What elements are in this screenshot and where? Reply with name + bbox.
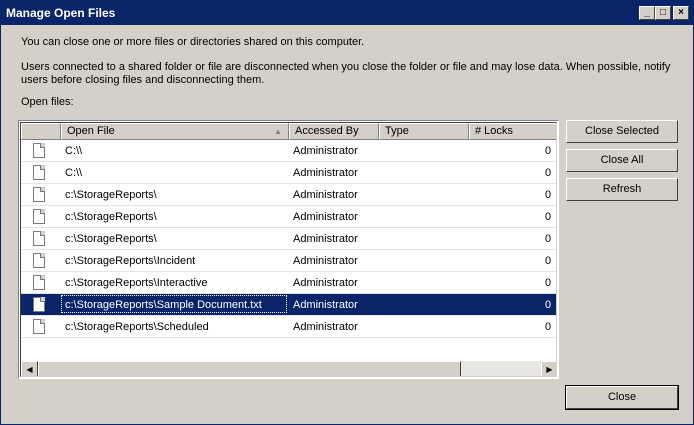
manage-open-files-dialog: Manage Open Files _ □ × You can close on…: [0, 0, 694, 425]
accessed-by-cell: Administrator: [293, 211, 358, 223]
column-header-type[interactable]: Type: [379, 123, 469, 140]
open-files-list[interactable]: Open File ▲ Accessed By Type # Locks C:\…: [18, 120, 559, 379]
locks-cell: 0: [545, 167, 552, 179]
file-icon: [33, 275, 45, 290]
locks-cell: 0: [545, 321, 552, 333]
open-file-cell: c:\StorageReports\Incident: [65, 255, 196, 267]
file-icon: [33, 209, 45, 224]
accessed-by-cell: Administrator: [293, 145, 358, 157]
file-icon: [33, 165, 45, 180]
column-header-accessed-by-label: Accessed By: [295, 125, 359, 137]
close-window-button[interactable]: ×: [673, 6, 689, 20]
open-file-cell: c:\StorageReports\: [65, 189, 157, 201]
file-icon: [33, 319, 45, 334]
open-file-cell: C:\\: [65, 145, 83, 157]
table-row[interactable]: C:\\ Administrator 0: [21, 140, 556, 162]
file-icon: [33, 253, 45, 268]
open-file-cell: c:\StorageReports\Sample Document.txt: [65, 299, 262, 311]
locks-cell: 0: [545, 277, 552, 289]
table-row[interactable]: c:\StorageReports\ Administrator 0: [21, 184, 556, 206]
column-header-locks[interactable]: # Locks: [469, 123, 556, 140]
table-row[interactable]: c:\StorageReports\ Administrator 0: [21, 228, 556, 250]
locks-cell: 0: [545, 299, 552, 311]
accessed-by-cell: Administrator: [293, 189, 358, 201]
table-row[interactable]: c:\StorageReports\Incident Administrator 0: [21, 250, 556, 272]
table-row[interactable]: c:\StorageReports\Scheduled Administrator…: [21, 316, 556, 338]
column-header-locks-label: # Locks: [475, 125, 513, 137]
column-header-open-file-label: Open File: [67, 125, 115, 137]
column-header-open-file[interactable]: Open File ▲: [61, 123, 289, 140]
accessed-by-cell: Administrator: [293, 321, 358, 333]
accessed-by-cell: Administrator: [293, 233, 358, 245]
column-header-type-label: Type: [385, 125, 409, 137]
close-button[interactable]: Close: [565, 385, 679, 410]
sort-up-icon: ▲: [274, 127, 282, 136]
chevron-right-icon[interactable]: ▶: [541, 361, 556, 376]
close-all-button[interactable]: Close All: [566, 149, 678, 172]
open-file-cell: c:\StorageReports\: [65, 233, 157, 245]
open-files-label: Open files:: [21, 96, 74, 108]
open-file-cell: c:\StorageReports\Scheduled: [65, 321, 209, 333]
locks-cell: 0: [545, 211, 552, 223]
locks-cell: 0: [545, 189, 552, 201]
file-icon: [33, 187, 45, 202]
locks-cell: 0: [545, 233, 552, 245]
title-bar[interactable]: Manage Open Files _ □ ×: [1, 1, 693, 25]
file-icon: [33, 143, 45, 158]
open-file-cell: c:\StorageReports\: [65, 211, 157, 223]
file-icon: [33, 231, 45, 246]
minimize-button[interactable]: _: [639, 6, 655, 20]
column-header-icon[interactable]: [21, 123, 61, 140]
locks-cell: 0: [545, 145, 552, 157]
open-file-cell: C:\\: [65, 167, 83, 179]
description-line-1: You can close one or more files or direc…: [21, 36, 365, 48]
accessed-by-cell: Administrator: [293, 299, 358, 311]
close-selected-button[interactable]: Close Selected: [566, 120, 678, 143]
description-line-3: users before closing files and disconnec…: [21, 74, 265, 86]
table-row[interactable]: c:\StorageReports\Sample Document.txt Adm…: [21, 294, 556, 316]
table-row[interactable]: C:\\ Administrator 0: [21, 162, 556, 184]
horizontal-scrollbar[interactable]: ◀ ▶: [21, 361, 556, 376]
maximize-button[interactable]: □: [655, 6, 671, 20]
scrollbar-thumb[interactable]: [38, 361, 461, 376]
open-file-cell: c:\StorageReports\Interactive: [65, 277, 208, 289]
table-row[interactable]: c:\StorageReports\ Administrator 0: [21, 206, 556, 228]
chevron-left-icon[interactable]: ◀: [21, 361, 38, 376]
window-title: Manage Open Files: [6, 6, 116, 20]
column-header-accessed-by[interactable]: Accessed By: [289, 123, 379, 140]
table-row[interactable]: c:\StorageReports\Interactive Administrat…: [21, 272, 556, 294]
accessed-by-cell: Administrator: [293, 277, 358, 289]
file-icon: [33, 297, 45, 312]
accessed-by-cell: Administrator: [293, 255, 358, 267]
locks-cell: 0: [545, 255, 552, 267]
accessed-by-cell: Administrator: [293, 167, 358, 179]
refresh-button[interactable]: Refresh: [566, 178, 678, 201]
description-line-2: Users connected to a shared folder or fi…: [21, 61, 671, 73]
